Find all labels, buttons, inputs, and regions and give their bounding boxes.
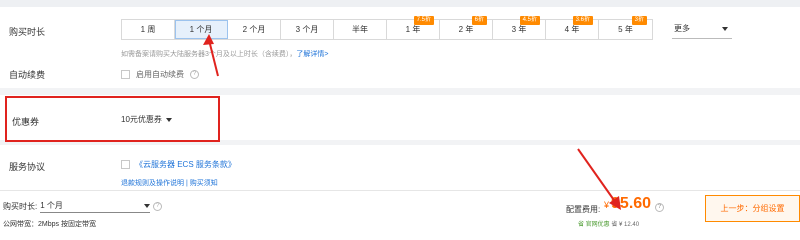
duration-option[interactable]: 2 个月 (228, 20, 281, 39)
saving-amount: 省 ¥ 12.40 (611, 222, 640, 228)
top-strip (0, 0, 800, 7)
duration-option-label: 4 年 (564, 25, 580, 34)
duration-option[interactable]: 1 周 (122, 20, 175, 39)
auto-renew-label: 自动续费 (9, 70, 46, 80)
duration-option-label: 1 年 (405, 25, 421, 34)
ecs-terms-link[interactable]: 《云服务器 ECS 服务条款》 (135, 159, 236, 170)
saving-info: 省 官网优惠 省 ¥ 12.40 (578, 219, 639, 228)
help-icon[interactable]: ? (190, 70, 199, 79)
duration-option[interactable]: 1 个月 (175, 20, 228, 39)
price-value: ¥ 95.60 ? (604, 195, 665, 213)
previous-step-button[interactable]: 上一步：分组设置 (705, 195, 800, 222)
duration-option-label: 3 年 (511, 25, 527, 34)
price-amount: 95.60 (611, 195, 652, 212)
duration-option-label: 3 个月 (295, 25, 319, 34)
discount-badge: 7.5折 (413, 16, 434, 25)
duration-options: 1 周1 个月 2 个月 3 个月 半年 1 年 7.5折 2 年 6折 3 年 4.5折 4 年3… (121, 16, 653, 40)
agreement-label: 服务协议 (9, 162, 46, 172)
duration-option[interactable]: 3 个月 (281, 20, 334, 39)
chevron-down-icon (722, 26, 728, 31)
discount-badge: 6折 (471, 16, 487, 25)
more-duration-label: 更多 (674, 24, 690, 33)
duration-option[interactable]: 1 年 7.5折 (387, 16, 440, 39)
discount-badge: 3折 (631, 16, 647, 25)
footer-duration-select[interactable]: 1 个月 (40, 200, 151, 213)
duration-label: 购买时长 (9, 27, 46, 37)
auto-renew-checkbox[interactable] (121, 70, 130, 79)
currency-symbol: ¥ (604, 200, 610, 210)
agreement-checkbox[interactable] (121, 160, 130, 169)
help-icon[interactable]: ? (153, 202, 163, 211)
duration-option-label: 1 个月 (189, 25, 213, 34)
refund-rules-link[interactable]: 退款规则及操作说明 (121, 180, 184, 187)
duration-option-label: 2 个月 (242, 25, 266, 34)
duration-option[interactable]: 2 年 6折 (440, 16, 493, 39)
duration-option[interactable]: 5 年 3折 (599, 16, 652, 39)
auto-renew-control: 启用自动续费 ? (121, 69, 199, 80)
agreement-sublinks: 退款规则及操作说明 | 购买须知 (121, 178, 218, 188)
saving-label: 省 官网优惠 (578, 222, 610, 228)
duration-option-label: 1 周 (140, 25, 156, 34)
footer-duration-value: 1 个月 (40, 201, 63, 210)
learn-more-link[interactable]: 了解详情> (296, 51, 328, 58)
chevron-down-icon (144, 203, 151, 208)
price-label: 配置费用: (566, 205, 601, 214)
duration-hint-text: 如需备案请购买大陆服务器3个月及以上时长（含续费）， (121, 51, 297, 58)
duration-option[interactable]: 半年 (334, 20, 387, 39)
help-icon[interactable]: ? (655, 203, 665, 212)
footer-duration: 购买时长: 1 个月 ? (3, 200, 163, 213)
duration-option-label: 2 年 (458, 25, 474, 34)
duration-option-label: 5 年 (618, 25, 633, 34)
agreement-control: 《云服务器 ECS 服务条款》 (121, 159, 236, 170)
auto-renew-checkbox-label: 启用自动续费 (136, 70, 184, 79)
order-footer: 购买时长: 1 个月 ? 公网带宽：2Mbps 按固定带宽 配置费用: ¥ 95… (0, 190, 800, 232)
more-duration-select[interactable]: 更多 (672, 19, 732, 39)
footer-duration-label: 购买时长: (3, 202, 38, 211)
duration-option[interactable]: 3 年 4.5折 (493, 16, 546, 39)
annotation-highlight-box (5, 96, 220, 142)
duration-option-label: 半年 (352, 25, 368, 34)
purchase-notice-link[interactable]: 购买须知 (190, 180, 218, 187)
footer-bandwidth: 公网带宽：2Mbps 按固定带宽 (3, 221, 96, 228)
discount-badge: 3.6折 (572, 16, 593, 25)
duration-option[interactable]: 4 年 3.6折 (546, 16, 599, 39)
discount-badge: 4.5折 (519, 16, 540, 25)
duration-hint: 如需备案请购买大陆服务器3个月及以上时长（含续费），了解详情> (121, 49, 329, 59)
